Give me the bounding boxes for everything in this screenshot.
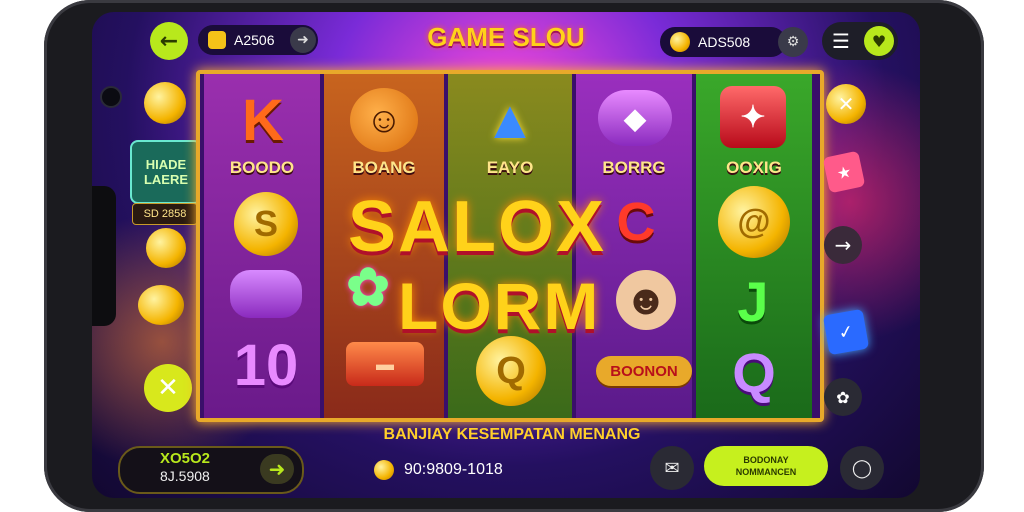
reel-label: BORRG <box>602 158 666 177</box>
reel-label: BOANG <box>352 158 416 177</box>
gift-icon: ✉ <box>664 457 680 479</box>
jackpot-label-1: HIADE <box>145 157 187 172</box>
reel-label: BOODO <box>229 158 295 177</box>
symbol-character: ☻ <box>616 270 676 330</box>
symbol-c: C <box>616 192 656 252</box>
game-title: GAME SLOU <box>427 22 585 52</box>
gift-button[interactable]: ✉ <box>650 446 694 490</box>
ticket-icon: ★ <box>822 150 866 194</box>
symbol-10: 10 <box>233 332 299 398</box>
settings-button[interactable]: ⚙ <box>778 27 808 57</box>
hamburger-icon[interactable]: ☰ <box>832 31 854 51</box>
info-button[interactable]: ✿ <box>824 378 862 416</box>
win-title-line1: SALOX <box>348 187 607 267</box>
arrow-right-icon: → <box>834 233 852 257</box>
spin-label-2: NOMMANCEN <box>735 467 797 477</box>
symbol-gem: ◆ <box>598 90 672 146</box>
gauge-icon: ◯ <box>851 457 873 479</box>
symbol-box: ✦ <box>720 86 786 148</box>
win-value: 90:9809-1018 <box>404 461 503 478</box>
coin-icon <box>146 228 186 268</box>
jackpot-badge: HIADE LAERE <box>130 140 202 204</box>
symbol-coin: @ <box>718 186 790 258</box>
right-balance-pill: ADS508 <box>660 27 786 57</box>
bonus-badge: BOONON <box>596 356 692 386</box>
win-line: 90:9809-1018 <box>374 460 503 480</box>
reel-label: EAYO <box>486 158 534 177</box>
win-title-line2: LORM <box>398 269 601 343</box>
gear-icon: ⚙ <box>786 34 800 50</box>
symbol-k: K <box>242 87 284 153</box>
coin-icon: ✕ <box>826 84 866 124</box>
coin-icon <box>138 285 184 325</box>
symbol-character: ☺ <box>350 88 418 152</box>
reel-1: K BOODO S 10 <box>204 74 320 418</box>
balance-arrow-button[interactable]: ➜ <box>260 454 294 484</box>
menu-pill: ☰ ♥ <box>822 22 898 60</box>
left-balance-value: A2506 <box>234 32 275 48</box>
spin-button[interactable]: BODONAY NOMMANCEN <box>704 446 828 486</box>
symbol-gem <box>230 270 302 318</box>
jackpot-label-2: LAERE <box>143 172 189 187</box>
bonus-card-icon: ✓ <box>822 308 870 356</box>
reel-5: ✦ OOXIG @ J Q <box>696 74 812 418</box>
shield-icon: ♥ <box>871 31 887 51</box>
symbol-q: Q <box>732 340 776 404</box>
phone-notch <box>92 186 116 326</box>
chevron-icon: ➜ <box>297 32 309 48</box>
auto-spin-button[interactable]: ◯ <box>840 446 884 490</box>
coin-icon <box>374 460 394 480</box>
symbol-bar: ▬ <box>346 342 424 386</box>
balance-top: XO5O2 <box>160 450 211 467</box>
add-coins-button[interactable]: ➜ <box>290 27 316 53</box>
balance-bottom: 8J.5908 <box>160 468 210 484</box>
symbol-hat: ▲ <box>483 90 537 150</box>
spin-label-1: BODONAY <box>743 455 789 465</box>
next-button[interactable]: → <box>824 226 862 264</box>
coin-icon <box>670 32 690 52</box>
back-button[interactable]: ← <box>150 22 188 60</box>
symbol-coin: Q <box>476 336 546 406</box>
coin-icon <box>208 31 226 49</box>
coin-icon <box>144 82 186 124</box>
profile-button[interactable]: ♥ <box>864 26 894 56</box>
symbol-j: J <box>737 269 769 333</box>
reel-grid: K BOODO S 10 ☺ BOANG ✿ ▬ ▲ EAYO Q ◆ BORR… <box>196 70 824 422</box>
symbol-coin: S <box>234 192 298 256</box>
balance-box: XO5O2 8J.5908 ➜ <box>118 446 304 494</box>
arrow-left-icon: ← <box>159 28 179 54</box>
right-balance-value: ADS508 <box>698 34 751 50</box>
close-icon: ✕ <box>157 373 179 403</box>
close-button[interactable]: ✕ <box>144 364 192 412</box>
flower-icon: ✿ <box>836 387 850 407</box>
reel-label: OOXIG <box>726 158 782 177</box>
arrow-right-icon: ➜ <box>268 457 286 481</box>
camera-dot <box>100 86 122 108</box>
jackpot-value: SD 2858 <box>132 203 198 225</box>
tagline: BANJIAY KESEMPATAN MENANG <box>383 426 641 443</box>
